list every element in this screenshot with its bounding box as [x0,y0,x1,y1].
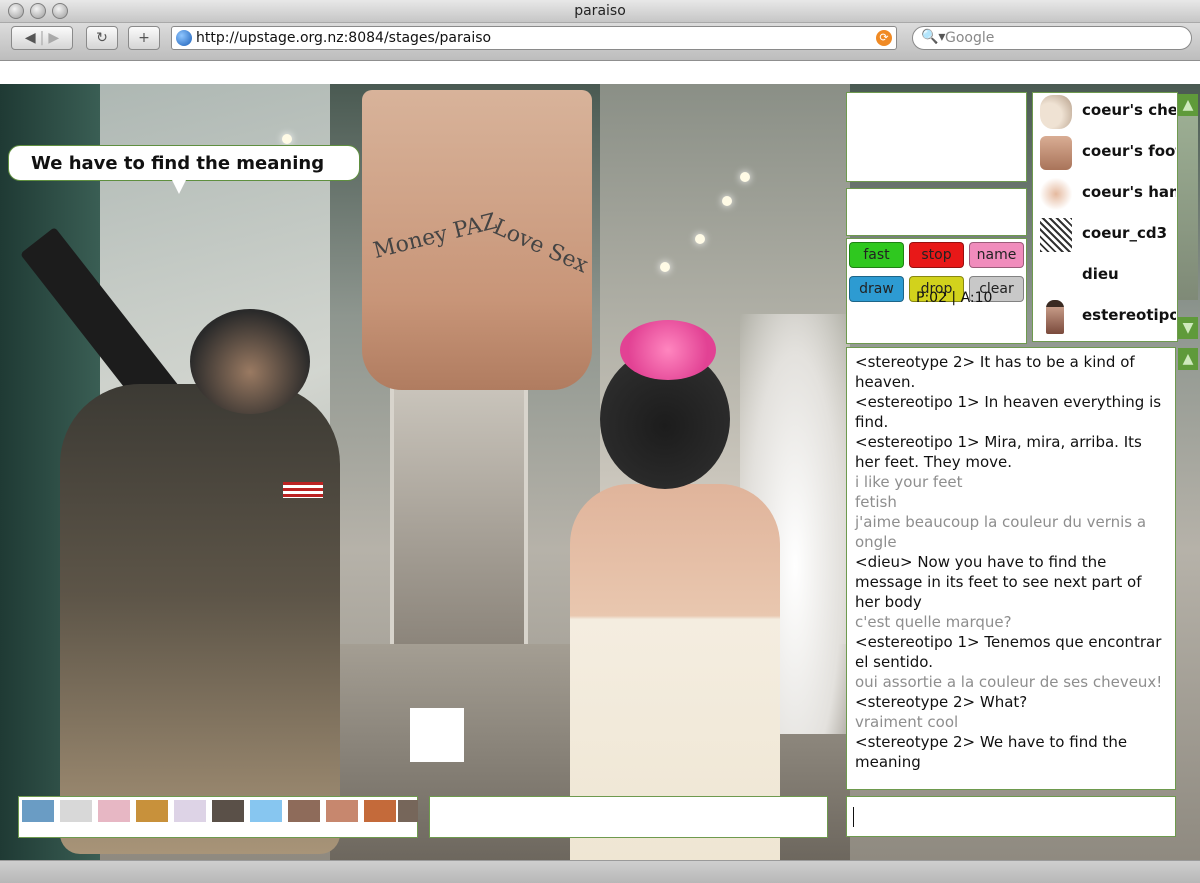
speech-bubble-tail [172,180,186,194]
page-content: Money PAZ Love Sex We have to find the m… [0,61,1200,860]
ceiling-light [282,134,292,144]
address-bar[interactable]: http://upstage.org.nz:8084/stages/parais… [171,26,897,50]
avatar-item[interactable]: dieu [1036,256,1176,296]
plus-icon: + [138,30,150,46]
ceiling-light [740,172,750,182]
stop-button[interactable]: stop [909,242,964,268]
avatar-name: coeur's chest [1082,101,1176,119]
thumbnail[interactable] [174,800,206,822]
window-titlebar: paraiso [0,0,1200,23]
chat-message: <estereotipo 1> In heaven everything is … [855,393,1162,431]
browser-toolbar: ◀ | ▶ ↻ + http://upstage.org.nz:8084/sta… [0,23,1200,61]
ceiling-light [660,262,670,272]
scroll-down-arrow-icon[interactable]: ▼ [1178,317,1198,339]
search-icon[interactable]: 🔍▾ [921,29,945,45]
reload-button[interactable]: ↻ [86,26,118,50]
chat-message: <dieu> Now you have to find the message … [855,553,1142,611]
avatar-name: dieu [1082,265,1119,283]
props-panel[interactable] [846,188,1027,236]
thumbnail[interactable] [212,800,244,822]
avatar-name: coeur's foot [1082,142,1176,160]
fast-button[interactable]: fast [849,242,904,268]
audio-panel[interactable] [429,796,828,838]
chat-scroll-up-arrow-icon[interactable]: ▲ [1178,348,1198,370]
guest-chat-message: i like your feet [855,473,963,491]
guest-chat-message: j'aime beaucoup la couleur du vernis a o… [855,513,1147,551]
thumbnail[interactable] [288,800,320,822]
ceiling-light [722,196,732,206]
back-forward-button[interactable]: ◀ | ▶ [11,26,73,50]
chat-message: <stereotype 2> It has to be a kind of he… [855,353,1135,391]
avatar-name: coeur's hand [1082,183,1176,201]
reload-icon: ↻ [96,30,108,46]
text-caret [853,807,854,827]
avatar-thumb-cd3 [1040,218,1072,252]
avatar-thumb-chest [1040,95,1072,129]
avatar-name: estereotipo 1 [1082,306,1176,324]
name-button[interactable]: name [969,242,1024,268]
avatar-thumb-hand [1040,177,1072,211]
thumbnail[interactable] [364,800,396,822]
rss-icon[interactable]: ⟳ [876,30,892,46]
window-title: paraiso [574,3,626,19]
guest-chat-message: vraiment cool [855,713,959,731]
guest-chat-message: oui assortie a la couleur de ses cheveux… [855,673,1163,691]
shop-door [390,384,528,652]
thumbnail[interactable] [22,800,54,822]
avatar-thumb-foot [1040,136,1072,170]
avatar-thumb-estereotipo [1046,300,1064,334]
soldier-avatar[interactable] [60,384,340,854]
search-field[interactable]: 🔍▾ Google [912,26,1192,50]
chat-lines: <stereotype 2> It has to be a kind of he… [847,348,1175,776]
thumbnail[interactable] [60,800,92,822]
thumbnail[interactable] [326,800,358,822]
chat-message: <stereotype 2> We have to find the meani… [855,733,1128,771]
thumbnail-strip [18,798,418,838]
flag-patch [283,482,323,498]
thumbnail[interactable] [98,800,130,822]
avatar-item[interactable]: coeur's chest [1036,92,1176,132]
player-audience-count: P:02 | A:10 [916,290,993,306]
backdrop-panel[interactable] [846,92,1027,182]
guest-chat-message: c'est quelle marque? [855,613,1012,631]
divider: | [39,30,45,46]
speech-bubble: We have to find the meaning [8,145,360,181]
chat-input[interactable] [846,796,1176,837]
url-text[interactable]: http://upstage.org.nz:8084/stages/parais… [196,30,491,46]
blank-prop[interactable] [410,708,464,762]
chat-log[interactable]: <stereotype 2> It has to be a kind of he… [846,347,1176,790]
avatar-item[interactable]: coeur's hand [1036,174,1176,214]
search-placeholder: Google [945,30,995,46]
chat-message: <estereotipo 1> Mira, mira, arriba. Its … [855,433,1142,471]
avatar-item[interactable]: coeur_cd3 [1036,215,1176,255]
browser-statusbar [0,860,1200,883]
forward-arrow-icon[interactable]: ▶ [48,30,59,46]
avatar-scroll-track[interactable] [1178,94,1198,300]
speech-bubble-text: We have to find the meaning [31,153,325,174]
guest-chat-message: fetish [855,493,897,511]
scroll-up-arrow-icon[interactable]: ▲ [1178,94,1198,116]
avatar-item[interactable]: coeur's foot [1036,133,1176,173]
avatar-name: coeur_cd3 [1082,224,1168,242]
thumbnail[interactable] [136,800,168,822]
back-arrow-icon[interactable]: ◀ [25,30,36,46]
ceiling-light [695,234,705,244]
globe-icon [176,30,192,46]
chat-message: <estereotipo 1> Tenemos que encontrar el… [855,633,1162,671]
avatar-item[interactable]: estereotipo 1 [1036,297,1176,337]
chat-message: <stereotype 2> What? [855,693,1028,711]
thumbnail[interactable] [398,800,418,822]
thumbnail[interactable] [250,800,282,822]
draw-button[interactable]: draw [849,276,904,302]
hair-flowers [620,320,716,380]
add-bookmark-button[interactable]: + [128,26,160,50]
soldier-head [190,309,310,414]
